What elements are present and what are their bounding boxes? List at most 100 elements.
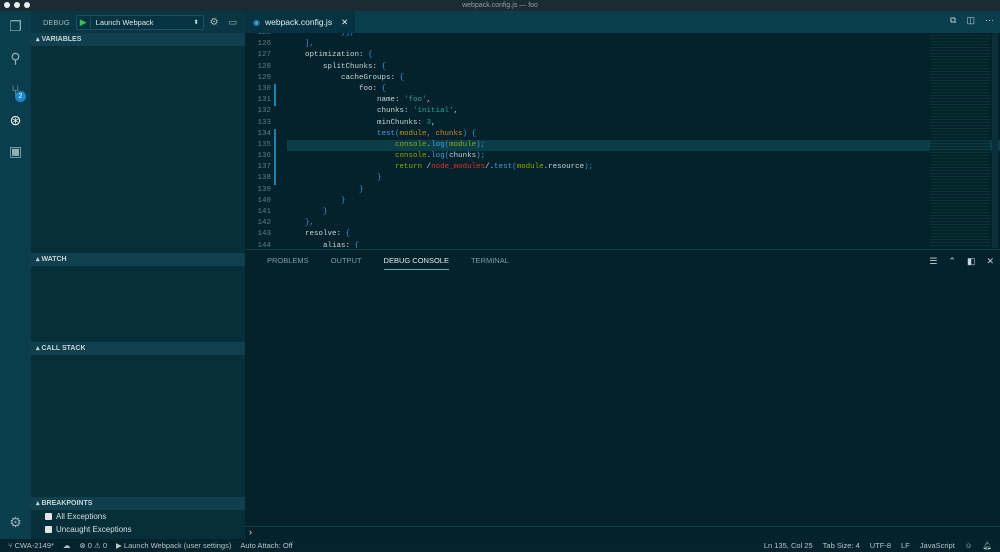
code-token: { bbox=[399, 73, 405, 82]
code-token: foo: bbox=[287, 84, 382, 93]
debug-console-input[interactable]: › bbox=[245, 526, 1000, 540]
gear-icon[interactable]: ⚙ bbox=[210, 17, 219, 28]
debug-icon[interactable]: ⊛ bbox=[6, 111, 25, 130]
watch-section-header[interactable]: ▴ WATCH bbox=[31, 253, 245, 266]
explorer-icon[interactable]: ❐ bbox=[6, 17, 25, 36]
code-token: { bbox=[381, 62, 387, 71]
scm-badge: 2 bbox=[15, 91, 26, 102]
line-number: 141 bbox=[257, 208, 271, 216]
panel-tab-debug-console[interactable]: DEBUG CONSOLE bbox=[383, 256, 449, 270]
code-line: 130 foo: { bbox=[245, 83, 593, 96]
code-line: 142 }, bbox=[245, 218, 593, 229]
code-editor[interactable]: 125 }], 126 ], 127 optimization: {128 spli… bbox=[245, 33, 1000, 248]
auto-attach-item[interactable]: Auto Attach: Off bbox=[240, 541, 292, 550]
tab-webpack-config[interactable]: ◉ webpack.config.js ✕ bbox=[245, 11, 355, 33]
split-editor-icon[interactable]: ◫ bbox=[966, 15, 975, 26]
checkbox[interactable] bbox=[45, 526, 52, 533]
line-number: 138 bbox=[257, 174, 271, 183]
code-token: { bbox=[354, 241, 360, 248]
code-token: test bbox=[494, 163, 513, 172]
code-line: 133 minChunks: 3, bbox=[245, 118, 593, 129]
language-mode[interactable]: JavaScript bbox=[920, 541, 955, 550]
close-tab-icon[interactable]: ✕ bbox=[341, 17, 348, 28]
open-changes-icon[interactable]: ⧉ bbox=[950, 15, 956, 26]
call-stack-section-header[interactable]: ▴ CALL STACK bbox=[31, 342, 245, 355]
code-token: , bbox=[431, 118, 436, 127]
branch-name: CWA-2149* bbox=[14, 541, 54, 550]
branch-item[interactable]: ⑂ CWA-2149* bbox=[8, 541, 54, 550]
code-token: alias: bbox=[287, 241, 355, 248]
code-token: } bbox=[341, 196, 346, 205]
line-number: 135 bbox=[257, 140, 271, 149]
bottom-panel: PROBLEMS OUTPUT DEBUG CONSOLE TERMINAL ☰ ⌃ … bbox=[245, 249, 1000, 539]
start-debugging-icon[interactable]: ▶ bbox=[77, 16, 91, 28]
maximize-panel-icon[interactable]: ⌃ bbox=[948, 256, 956, 267]
problems-item[interactable]: ⊗ 0 ⚠ 0 bbox=[79, 541, 107, 550]
close-panel-icon[interactable]: ✕ bbox=[986, 256, 994, 267]
settings-gear-icon[interactable]: ⚙ bbox=[6, 513, 25, 532]
code-token: chunks bbox=[449, 152, 477, 161]
code-token: resolve: bbox=[287, 230, 346, 239]
minimap[interactable] bbox=[930, 33, 990, 248]
modified-line-marker bbox=[274, 162, 276, 174]
line-number: 134 bbox=[257, 129, 271, 138]
code-token: 'foo' bbox=[404, 96, 427, 105]
more-actions-icon[interactable]: ⋯ bbox=[985, 15, 994, 26]
js-file-icon: ◉ bbox=[253, 17, 260, 27]
code-line: 144 alias: { bbox=[245, 241, 593, 248]
debug-console-toggle-icon[interactable]: ▭ bbox=[229, 17, 238, 28]
line-number: 127 bbox=[257, 51, 271, 60]
variables-section-header[interactable]: ▴ VARIABLES bbox=[31, 33, 245, 46]
code-token: optimization: bbox=[287, 51, 369, 60]
breakpoints-section-header[interactable]: ▴ BREAKPOINTS bbox=[31, 497, 245, 510]
code-lines: 125 }], 126 ], 127 optimization: {128 spli… bbox=[245, 33, 1000, 248]
code-line: 129 cacheGroups: { bbox=[245, 73, 593, 84]
sync-icon[interactable]: ☁ bbox=[63, 541, 71, 550]
line-number: 143 bbox=[257, 230, 271, 239]
tab-size[interactable]: Tab Size: 4 bbox=[823, 541, 860, 550]
panel-tab-output[interactable]: OUTPUT bbox=[331, 256, 362, 270]
clear-console-icon[interactable]: ☰ bbox=[929, 256, 937, 267]
code-token: ); bbox=[476, 140, 486, 149]
code-line: 134 test(module, chunks) { bbox=[245, 128, 593, 140]
modified-line-marker bbox=[274, 173, 276, 185]
panel-tab-problems[interactable]: PROBLEMS bbox=[267, 256, 309, 270]
panel-tab-terminal[interactable]: TERMINAL bbox=[471, 256, 509, 270]
notifications-bell-icon[interactable]: 🔔︎ bbox=[982, 541, 992, 550]
code-token: ( bbox=[512, 163, 517, 172]
checkbox[interactable] bbox=[45, 513, 52, 520]
title-bar: webpack.config.js — foo bbox=[0, 0, 1000, 11]
launch-item[interactable]: ▶ Launch Webpack (user settings) bbox=[116, 541, 231, 550]
breakpoint-uncaught-exceptions[interactable]: Uncaught Exceptions bbox=[45, 525, 132, 534]
feedback-smiley-icon[interactable]: ☺ bbox=[965, 541, 973, 550]
window-controls[interactable] bbox=[4, 2, 30, 8]
code-token: log bbox=[431, 140, 445, 149]
breakpoint-all-exceptions[interactable]: All Exceptions bbox=[45, 512, 106, 521]
close-window-button[interactable] bbox=[4, 2, 10, 8]
call-stack-title: CALL STACK bbox=[41, 345, 86, 352]
extensions-icon[interactable]: ▣ bbox=[6, 142, 25, 161]
line-number: 137 bbox=[257, 163, 271, 172]
code-token: module, chunks bbox=[399, 129, 463, 138]
minimize-window-button[interactable] bbox=[14, 2, 20, 8]
launch-config-select[interactable]: ▶ Launch Webpack ⬍ bbox=[75, 14, 204, 30]
code-token: ); bbox=[476, 152, 486, 161]
code-token: ( bbox=[395, 129, 400, 138]
line-ending[interactable]: LF bbox=[901, 541, 910, 550]
editor-scrollbar[interactable] bbox=[992, 33, 998, 248]
code-token: minChunks: bbox=[287, 118, 427, 127]
modified-line-marker bbox=[274, 95, 276, 107]
code-token: ], bbox=[305, 40, 315, 49]
search-icon[interactable]: ⚲ bbox=[6, 49, 25, 68]
code-token: } bbox=[323, 208, 328, 216]
panel-layout-icon[interactable]: ◧ bbox=[967, 256, 976, 267]
cursor-position[interactable]: Ln 135, Col 25 bbox=[764, 541, 813, 550]
watch-title: WATCH bbox=[41, 256, 67, 263]
code-token: }], bbox=[341, 33, 355, 37]
maximize-window-button[interactable] bbox=[24, 2, 30, 8]
encoding[interactable]: UTF-8 bbox=[870, 541, 891, 550]
